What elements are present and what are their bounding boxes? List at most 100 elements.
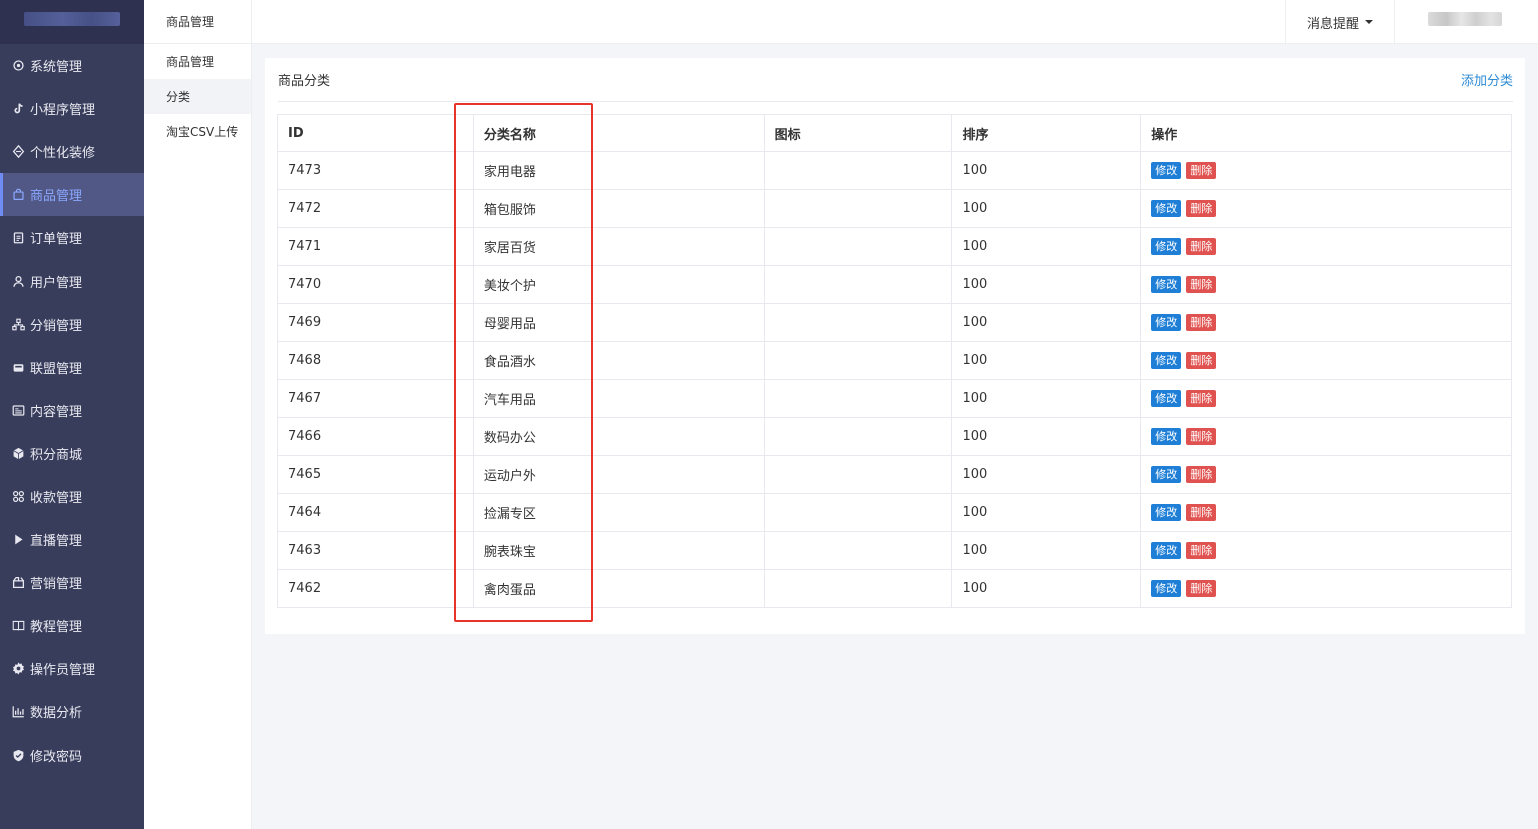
cell-id: 7472 <box>277 189 474 228</box>
cell-actions: 修改 删除 <box>1140 265 1512 304</box>
sidebar-item-13[interactable]: 教程管理 <box>0 604 144 647</box>
sidebar-item-label: 订单管理 <box>30 232 83 248</box>
sidebar-item-3[interactable]: 商品管理 <box>0 173 144 217</box>
sidebar-item-6[interactable]: 分销管理 <box>0 303 144 346</box>
cell-icon <box>763 379 953 418</box>
sidebar-item-15[interactable]: 数据分析 <box>0 690 144 733</box>
delete-button[interactable]: 删除 <box>1186 390 1217 407</box>
table-row: 7473 家用电器 100 修改 删除 <box>277 151 1512 190</box>
subnav-item-taobao-csv[interactable]: 淘宝CSV上传 <box>144 114 251 149</box>
edit-button[interactable]: 修改 <box>1151 276 1182 293</box>
delete-button[interactable]: 删除 <box>1186 276 1217 293</box>
sidebar-item-label: 操作员管理 <box>30 663 96 679</box>
edit-button[interactable]: 修改 <box>1151 314 1182 331</box>
edit-button[interactable]: 修改 <box>1151 200 1182 217</box>
panel-header: 商品分类 添加分类 <box>278 58 1513 102</box>
message-dropdown[interactable]: 消息提醒 <box>1285 0 1395 44</box>
cell-sort: 100 <box>951 341 1142 380</box>
sidebar-item-12[interactable]: 营销管理 <box>0 561 144 604</box>
user-icon <box>11 274 25 288</box>
add-category-link[interactable]: 添加分类 <box>1461 70 1513 89</box>
cell-icon <box>763 455 953 494</box>
edit-button[interactable]: 修改 <box>1151 580 1182 597</box>
sidebar-item-10[interactable]: 收款管理 <box>0 475 144 518</box>
edit-button[interactable]: 修改 <box>1151 428 1182 445</box>
sub-sidebar: 商品管理 商品管理 分类 淘宝CSV上传 <box>144 0 252 829</box>
delete-button[interactable]: 删除 <box>1186 466 1217 483</box>
cell-actions: 修改 删除 <box>1140 303 1512 342</box>
cell-icon <box>763 417 953 456</box>
subnav-title: 商品管理 <box>144 0 251 44</box>
bag-icon <box>11 188 25 202</box>
edit-button[interactable]: 修改 <box>1151 542 1182 559</box>
delete-button[interactable]: 删除 <box>1186 504 1217 521</box>
cell-icon <box>763 341 953 380</box>
sidebar-item-label: 分销管理 <box>30 318 83 334</box>
delete-button[interactable]: 删除 <box>1186 352 1217 369</box>
cell-sort: 100 <box>951 303 1142 342</box>
sidebar-item-label: 积分商城 <box>30 447 83 463</box>
sidebar-item-1[interactable]: 小程序管理 <box>0 87 144 130</box>
sidebar-item-11[interactable]: 直播管理 <box>0 518 144 561</box>
delete-button[interactable]: 删除 <box>1186 314 1217 331</box>
sidebar-item-4[interactable]: 订单管理 <box>0 216 144 259</box>
sidebar-item-label: 修改密码 <box>30 749 83 765</box>
cell-sort: 100 <box>951 227 1142 266</box>
delete-button[interactable]: 删除 <box>1186 428 1217 445</box>
cell-icon <box>763 189 953 228</box>
app-logo[interactable] <box>0 0 144 44</box>
sidebar-item-0[interactable]: 系统管理 <box>0 44 144 87</box>
sidebar-item-label: 营销管理 <box>30 577 83 593</box>
sidebar-item-label: 小程序管理 <box>30 103 96 119</box>
diamond-icon <box>11 145 25 159</box>
sidebar-item-8[interactable]: 内容管理 <box>0 389 144 432</box>
edit-button[interactable]: 修改 <box>1151 466 1182 483</box>
sidebar-item-5[interactable]: 用户管理 <box>0 259 144 302</box>
sidebar-item-label: 用户管理 <box>30 275 83 291</box>
cell-icon <box>763 493 953 532</box>
cell-sort: 100 <box>951 151 1142 190</box>
table-row: 7463 腕表珠宝 100 修改 删除 <box>277 531 1512 570</box>
cell-id: 7462 <box>277 569 474 608</box>
cell-icon <box>763 303 953 342</box>
edit-button[interactable]: 修改 <box>1151 504 1182 521</box>
play-icon <box>11 533 25 547</box>
edit-button[interactable]: 修改 <box>1151 352 1182 369</box>
sidebar-item-label: 商品管理 <box>30 189 83 205</box>
sidebar-item-label: 收款管理 <box>30 490 83 506</box>
tiktok-icon <box>11 102 25 116</box>
cell-sort: 100 <box>951 569 1142 608</box>
sidebar-item-2[interactable]: 个性化装修 <box>0 130 144 173</box>
sidebar-item-7[interactable]: 联盟管理 <box>0 346 144 389</box>
caret-down-icon <box>1365 20 1373 24</box>
sidebar-item-14[interactable]: 操作员管理 <box>0 647 144 690</box>
sidebar-item-16[interactable]: 修改密码 <box>0 734 144 777</box>
column-header-id[interactable]: ID <box>277 114 474 152</box>
edit-button[interactable]: 修改 <box>1151 162 1182 179</box>
cell-name: 美妆个护 <box>472 265 765 304</box>
user-avatar-blurred[interactable] <box>1428 12 1502 26</box>
delete-button[interactable]: 删除 <box>1186 542 1217 559</box>
delete-button[interactable]: 删除 <box>1186 200 1217 217</box>
cell-sort: 100 <box>951 189 1142 228</box>
subnav-item-goods[interactable]: 商品管理 <box>144 44 251 79</box>
cell-id: 7463 <box>277 531 474 570</box>
org-chart-icon <box>11 317 25 331</box>
delete-button[interactable]: 删除 <box>1186 580 1217 597</box>
cell-sort: 100 <box>951 417 1142 456</box>
column-header-name[interactable]: 分类名称 <box>472 114 765 152</box>
sidebar-item-9[interactable]: 积分商城 <box>0 432 144 475</box>
edit-button[interactable]: 修改 <box>1151 238 1182 255</box>
subnav-item-category[interactable]: 分类 <box>144 79 251 114</box>
cell-icon <box>763 151 953 190</box>
edit-button[interactable]: 修改 <box>1151 390 1182 407</box>
column-header-sort[interactable]: 排序 <box>951 114 1142 152</box>
cell-icon <box>763 227 953 266</box>
column-header-icon[interactable]: 图标 <box>763 114 953 152</box>
cell-actions: 修改 删除 <box>1140 569 1512 608</box>
delete-button[interactable]: 删除 <box>1186 238 1217 255</box>
cell-sort: 100 <box>951 265 1142 304</box>
cell-actions: 修改 删除 <box>1140 493 1512 532</box>
cell-sort: 100 <box>951 531 1142 570</box>
delete-button[interactable]: 删除 <box>1186 162 1217 179</box>
